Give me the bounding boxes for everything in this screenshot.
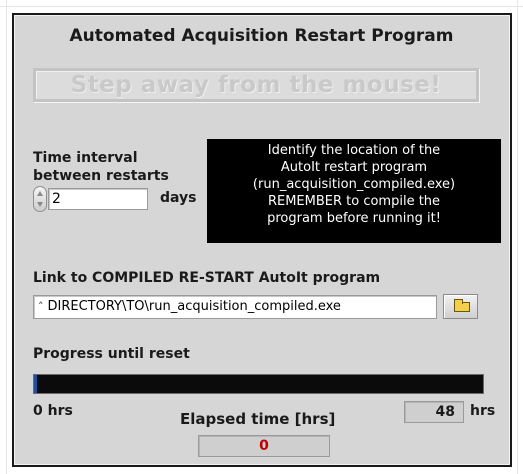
background-grid-line	[517, 0, 518, 474]
progress-bar-fill	[34, 375, 37, 393]
elapsed-time-value: 0	[198, 435, 330, 457]
max-hours-unit: hrs	[470, 403, 496, 419]
increment-arrow-icon[interactable]	[37, 191, 43, 196]
time-interval-label-line2: between restarts	[33, 168, 169, 184]
path-glyph-icon: ˄	[38, 300, 44, 313]
time-interval-label: Time interval between restarts	[33, 149, 169, 185]
max-hours-field[interactable]: 48	[404, 401, 464, 423]
instructions-line: Identify the location of the	[267, 143, 441, 158]
days-stepper[interactable]	[33, 186, 47, 212]
folder-icon	[454, 299, 470, 312]
status-message: Step away from the mouse!	[33, 68, 479, 102]
background-grid-line	[0, 6, 523, 7]
instructions-line: (run_acquisition_compiled.exe)	[252, 177, 456, 192]
days-unit-label: days	[160, 190, 197, 206]
decrement-arrow-icon[interactable]	[37, 202, 43, 207]
program-path-input[interactable]: ˄ DIRECTORY\TO\run_acquisition_compiled.e…	[33, 295, 437, 319]
time-interval-label-line1: Time interval	[33, 150, 138, 166]
program-link-label: Link to COMPILED RE-START AutoIt program	[33, 270, 381, 286]
elapsed-time-label: Elapsed time [hrs]	[180, 410, 336, 428]
background-grid-line	[6, 0, 7, 474]
instructions-box: Identify the location of the AutoIt rest…	[207, 139, 501, 243]
program-path-value: DIRECTORY\TO\run_acquisition_compiled.ex…	[47, 299, 341, 314]
progress-min-label: 0 hrs	[33, 403, 73, 419]
instructions-line: REMEMBER to compile the	[267, 194, 441, 209]
progress-label: Progress until reset	[33, 346, 190, 362]
instructions-line: program before running it!	[267, 211, 441, 226]
page-title: Automated Acquisition Restart Program	[69, 26, 454, 46]
progress-bar	[33, 374, 484, 394]
browse-button[interactable]	[443, 294, 478, 319]
days-input[interactable]: 2	[48, 188, 148, 210]
instructions-line: AutoIt restart program	[280, 160, 428, 175]
